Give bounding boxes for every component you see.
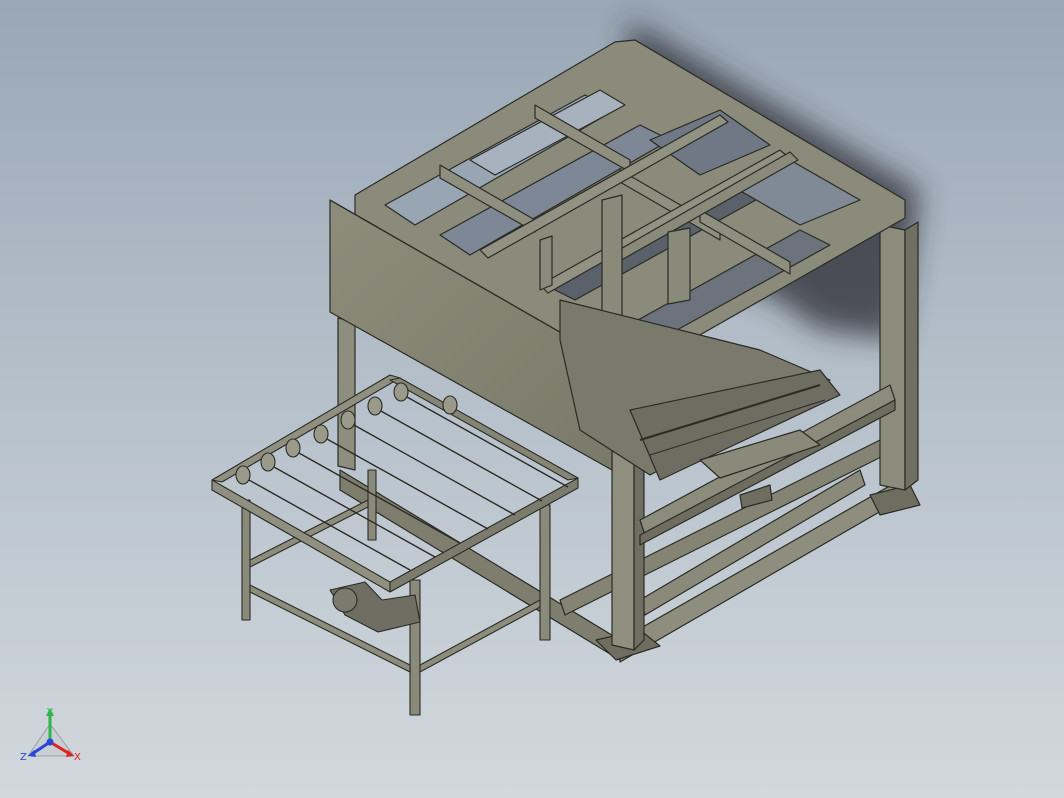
cad-viewport[interactable]: Y X Z <box>0 0 1064 798</box>
z-axis-label: Z <box>20 752 27 763</box>
y-axis-label: Y <box>46 707 54 718</box>
orientation-triad[interactable]: Y X Z <box>20 707 81 763</box>
x-axis-label: X <box>74 752 81 763</box>
conveyor-table[interactable] <box>211 374 579 716</box>
